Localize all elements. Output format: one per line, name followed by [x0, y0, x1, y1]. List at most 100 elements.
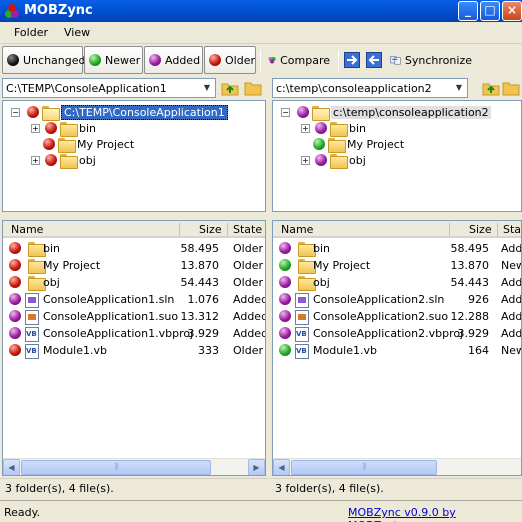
left-path-combo[interactable]: C:\TEMP\ConsoleApplication1 ▼ [2, 78, 216, 98]
file-size: 58.495 [180, 242, 220, 255]
table-row[interactable]: obj 54.443 Older [3, 274, 265, 291]
expand-icon[interactable]: + [301, 123, 310, 133]
file-name: My Project [313, 259, 371, 272]
menu-view[interactable]: View [64, 26, 90, 39]
collapse-icon[interactable]: − [281, 107, 290, 117]
column-name[interactable]: Name [11, 223, 43, 236]
file-size: 13.870 [450, 259, 490, 272]
file-size: 54.443 [450, 276, 490, 289]
column-divider[interactable] [179, 223, 180, 236]
scroll-left-button[interactable]: ◀ [3, 459, 20, 475]
maximize-button[interactable]: □ [480, 1, 500, 21]
scroll-right-button[interactable]: ▶ [248, 459, 265, 475]
chevron-down-icon[interactable]: ▼ [199, 79, 215, 97]
scroll-left-button[interactable]: ◀ [273, 459, 290, 475]
expand-icon[interactable]: + [301, 155, 310, 165]
filter-added-button[interactable]: Added [144, 46, 203, 74]
tree-node[interactable]: + obj [301, 152, 366, 169]
table-row[interactable]: My Project 13.870 Older [3, 257, 265, 274]
red-ball-icon [9, 344, 21, 356]
tree-node-label: obj [79, 153, 96, 167]
filter-newer-button[interactable]: Newer [84, 46, 143, 74]
file-state: Older [233, 276, 263, 289]
file-state: Older [233, 259, 263, 272]
table-row[interactable]: My Project 13.870 New [273, 257, 521, 274]
about-link[interactable]: MOBZync v0.9.0 by MOBZystems [348, 506, 522, 522]
collapse-icon[interactable]: − [11, 107, 20, 117]
column-name[interactable]: Name [281, 223, 313, 236]
table-row[interactable]: ConsoleApplication1.sln 1.076 Added [3, 291, 265, 308]
scroll-thumb[interactable] [21, 460, 211, 475]
file-name: obj [313, 276, 330, 289]
left-count-bar: 3 folder(s), 4 file(s). [0, 478, 268, 498]
red-ball-icon [45, 122, 57, 134]
menu-folder[interactable]: Folder [14, 26, 48, 39]
purple-ball-icon [279, 293, 291, 305]
folder-up-icon[interactable] [482, 79, 500, 97]
file-state: Added [233, 310, 266, 323]
table-row[interactable]: ConsoleApplication1.vbproj3.929 Added [3, 325, 265, 342]
minimize-button[interactable]: _ [458, 1, 478, 21]
filter-unchanged-button[interactable]: Unchanged [2, 46, 86, 74]
red-ball-icon [43, 138, 55, 150]
expand-icon[interactable]: + [31, 123, 40, 133]
column-divider[interactable] [449, 223, 450, 236]
file-name: ConsoleApplication2.sln [313, 293, 445, 306]
tree-node[interactable]: My Project [313, 136, 404, 153]
sln-file-icon [25, 293, 39, 308]
right-tree-pane[interactable]: − c:\temp\consoleapplication2 + bin My P… [272, 100, 522, 212]
chevron-down-icon[interactable]: ▼ [451, 79, 467, 97]
copy-left-icon[interactable] [366, 52, 382, 68]
table-row[interactable]: ConsoleApplication2.vbproj3.929 Adde [273, 325, 521, 342]
browse-folder-icon[interactable] [244, 79, 262, 97]
folder-up-icon[interactable] [221, 79, 239, 97]
column-size[interactable]: Size [199, 223, 222, 236]
table-row[interactable]: obj 54.443 Adde [273, 274, 521, 291]
table-row[interactable]: bin 58.495 Older [3, 240, 265, 257]
tree-node-label: obj [349, 153, 366, 167]
table-row[interactable]: ConsoleApplication2.sln 926 Adde [273, 291, 521, 308]
tree-node[interactable]: My Project [43, 136, 134, 153]
table-row[interactable]: ConsoleApplication1.suo 13.312 Added [3, 308, 265, 325]
folder-icon [330, 153, 348, 169]
column-divider[interactable] [227, 223, 228, 236]
filter-older-button[interactable]: Older [204, 46, 256, 74]
column-state[interactable]: State [233, 223, 262, 236]
file-state: New [501, 259, 521, 272]
red-ball-icon [45, 154, 57, 166]
tree-node[interactable]: + obj [31, 152, 96, 169]
horizontal-scrollbar[interactable]: ◀ ▶ [3, 458, 265, 475]
expand-icon[interactable]: + [31, 155, 40, 165]
compare-button[interactable]: Compare [264, 46, 334, 74]
tree-node[interactable]: + bin [301, 120, 366, 137]
scroll-thumb[interactable] [291, 460, 437, 475]
column-divider[interactable] [497, 223, 498, 236]
close-button[interactable]: × [502, 1, 522, 21]
folder-icon [28, 259, 46, 274]
table-row[interactable]: ConsoleApplication2.suo12.288 Adde [273, 308, 521, 325]
right-file-list[interactable]: Name Size Stat bin 58.495 Adde My Project 13… [272, 220, 522, 476]
left-tree-pane[interactable]: − C:\TEMP\ConsoleApplication1 + bin My P… [2, 100, 266, 212]
table-row[interactable]: Module1.vb 164 New [273, 342, 521, 359]
tree-node[interactable]: + bin [31, 120, 96, 137]
column-state[interactable]: Stat [503, 223, 521, 236]
right-count-text: 3 folder(s), 4 file(s). [275, 482, 384, 495]
file-size: 333 [198, 344, 219, 357]
copy-right-icon[interactable] [344, 52, 360, 68]
column-size[interactable]: Size [469, 223, 492, 236]
tree-root-right[interactable]: − c:\temp\consoleapplication2 [281, 104, 491, 121]
tree-root-left[interactable]: − C:\TEMP\ConsoleApplication1 [11, 104, 228, 121]
file-state: Adde [501, 310, 522, 323]
folder-icon [298, 276, 316, 291]
window-title: MOBZync [24, 3, 93, 18]
left-file-list[interactable]: Name Size State bin 58.495 Older My Project… [2, 220, 266, 476]
file-size: 12.288 [450, 310, 490, 323]
browse-folder-icon[interactable] [502, 79, 520, 97]
folder-icon [60, 121, 78, 137]
table-row[interactable]: Module1.vb 333 Older [3, 342, 265, 359]
synchronize-button[interactable]: Synchronize [386, 46, 476, 74]
file-size: 54.443 [180, 276, 220, 289]
right-path-combo[interactable]: c:\temp\consoleapplication2 ▼ [272, 78, 468, 98]
table-row[interactable]: bin 58.495 Adde [273, 240, 521, 257]
horizontal-scrollbar[interactable]: ◀ [273, 458, 521, 475]
